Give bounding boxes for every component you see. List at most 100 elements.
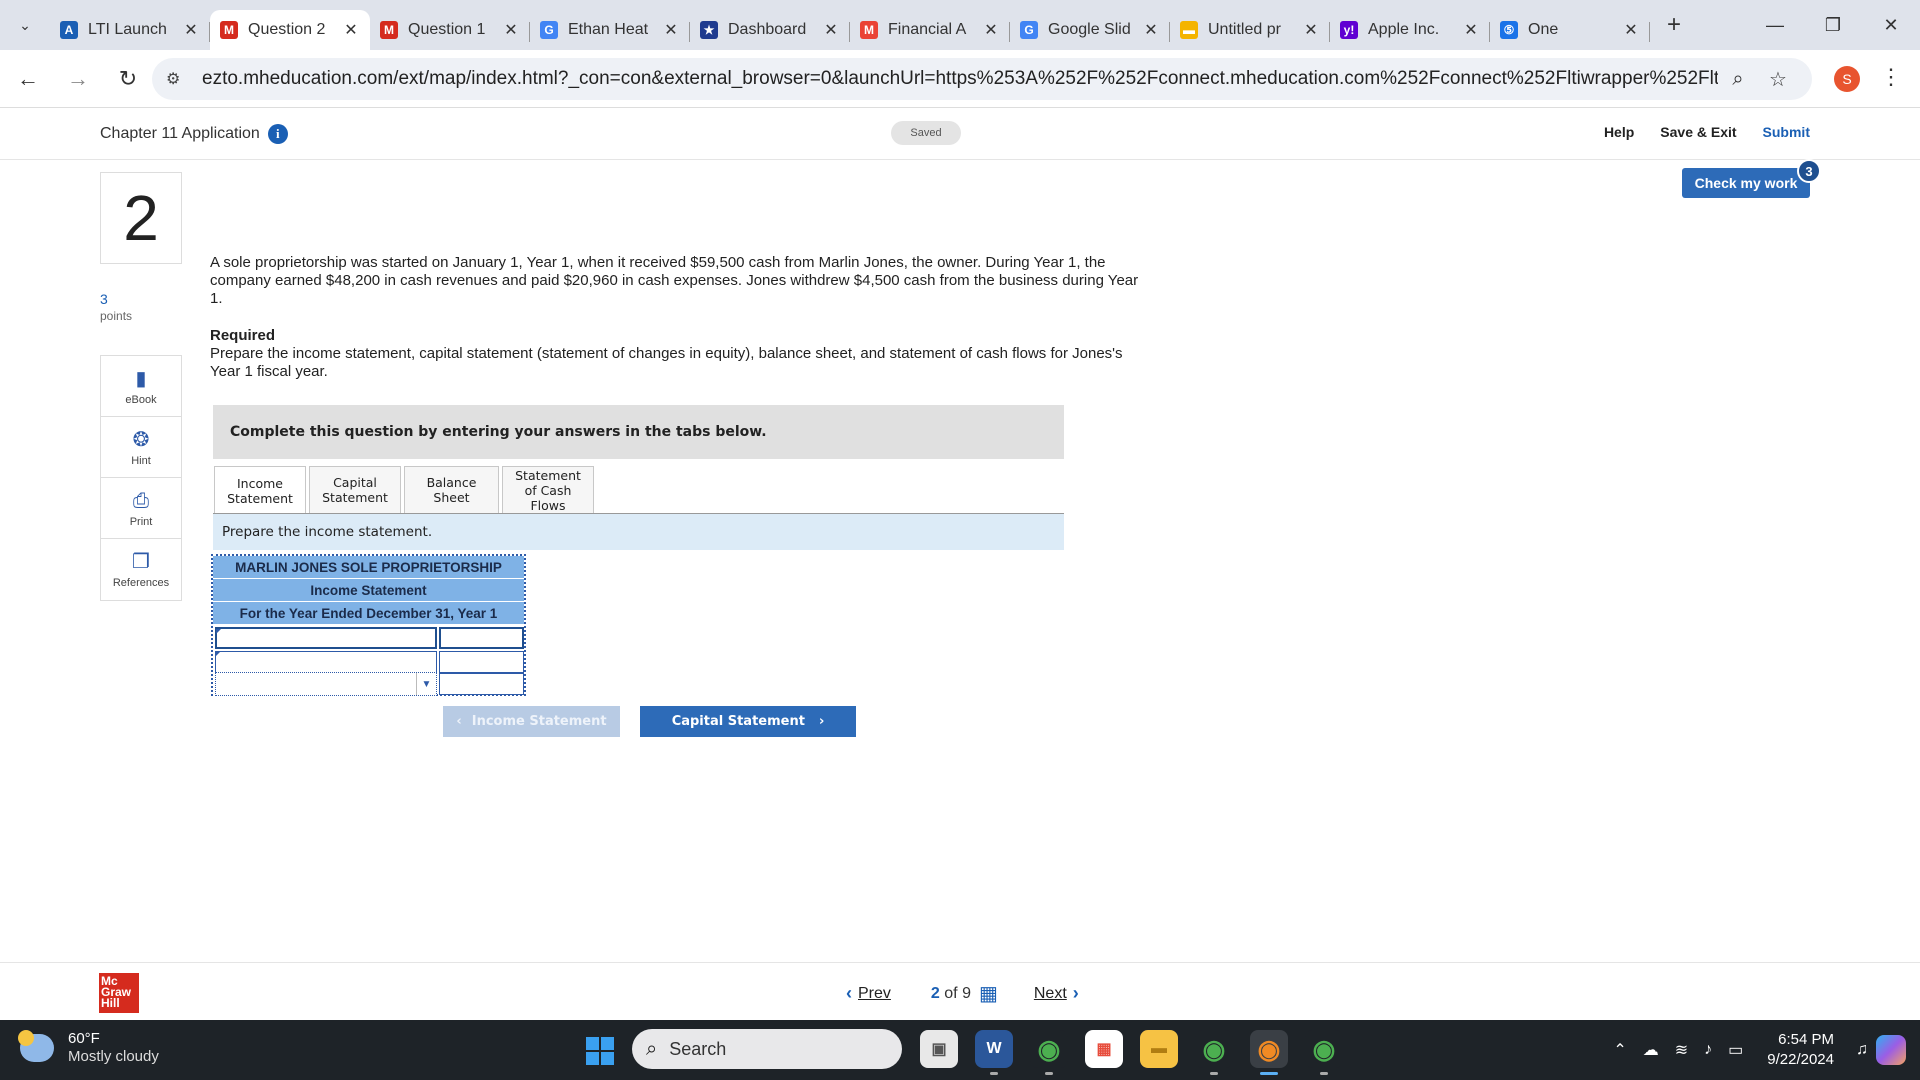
chevron-left-icon: ‹ [456,714,462,729]
references-label: References [112,577,170,589]
copilot-icon[interactable] [1876,1035,1906,1065]
browser-tab-label: Ethan Heat [568,21,649,38]
word-icon[interactable]: W [975,1030,1013,1075]
line-item-label-input[interactable] [215,651,437,673]
close-tab-icon[interactable]: ✕ [342,20,360,40]
help-link[interactable]: Help [1604,124,1634,140]
browser-tab[interactable]: ▬ Untitled pr ✕ [1170,10,1330,50]
browser-tab[interactable]: M Question 1 ✕ [370,10,530,50]
cell-marker-icon [216,629,221,634]
chevron-down-icon[interactable]: ▼ [416,673,436,695]
close-tab-icon[interactable]: ✕ [1302,20,1320,40]
windows-start-icon[interactable] [586,1037,614,1065]
hint-label: Hint [131,454,151,467]
submit-link[interactable]: Submit [1763,124,1810,140]
taskbar-search[interactable]: ⌕ Search [632,1029,902,1069]
tabs-instruction: Complete this question by entering your … [213,405,1064,459]
profile-avatar[interactable]: S [1834,66,1860,92]
browser-tab[interactable]: y! Apple Inc. ✕ [1330,10,1490,50]
tab-statement-of-cash-flows[interactable]: Statement of Cash Flows [502,466,594,514]
next-tab-button[interactable]: Capital Statement › [640,706,856,737]
print-button[interactable]: ⎙ Print [101,478,181,539]
line-item-amount-input[interactable] [439,627,524,649]
mcgraw-hill-logo: Mc Graw Hill [99,973,139,1013]
notification-bell-icon[interactable]: ♫ [1856,1041,1868,1059]
references-button[interactable]: ❐ References [101,539,181,600]
browser-tab[interactable]: ★ Dashboard ✕ [690,10,850,50]
chrome-profile-s-icon[interactable]: ◉ [1250,1030,1288,1075]
close-tab-icon[interactable]: ✕ [982,20,1000,40]
close-tab-icon[interactable]: ✕ [1142,20,1160,40]
next-question-link[interactable]: Next [1034,985,1067,1003]
check-my-work-button[interactable]: Check my work [1682,168,1810,198]
file-explorer-icon[interactable]: ▬ [1140,1030,1178,1068]
assignment-header: Chapter 11 Application i Saved Help Save… [0,108,1920,160]
line-item-select[interactable]: ▼ [215,672,437,696]
close-tab-icon[interactable]: ✕ [822,20,840,40]
question-grid-icon[interactable]: ▦ [979,981,998,1006]
save-exit-link[interactable]: Save & Exit [1660,124,1736,140]
browser-menu-icon[interactable]: ⋮ [1880,64,1902,90]
minimize-icon[interactable]: — [1746,0,1804,50]
tab-instruction: Prepare the income statement. [213,514,1064,550]
onedrive-cloud-icon[interactable]: ☁ [1643,1040,1659,1060]
bookmark-star-icon[interactable]: ☆ [1758,67,1798,92]
prev-question-link[interactable]: Prev [858,985,891,1003]
tab-income-statement[interactable]: Income Statement [214,466,306,516]
prev-chevron-icon[interactable]: ‹ [846,983,852,1004]
prev-tab-button[interactable]: ‹ Income Statement [443,706,620,737]
browser-tab-label: LTI Launch [88,21,167,38]
line-item-amount-input[interactable] [439,673,524,695]
browser-tab[interactable]: A LTI Launch ✕ [50,10,210,50]
new-tab-button[interactable]: + [1654,11,1694,39]
tab-balance-sheet[interactable]: Balance Sheet [404,466,499,514]
ebook-label: eBook [125,393,157,406]
battery-icon[interactable]: ▭ [1728,1040,1743,1060]
address-bar[interactable]: ⚙ ezto.mheducation.com/ext/map/index.htm… [152,58,1812,100]
forward-arrow-icon[interactable]: → [56,57,100,101]
next-chevron-icon[interactable]: › [1073,983,1079,1004]
browser-tab-label: Google Slid [1048,21,1131,38]
browser-tab[interactable]: M Question 2 ✕ [210,10,370,50]
url-text[interactable]: ezto.mheducation.com/ext/map/index.html?… [202,68,1718,90]
chrome-icon[interactable]: ◉ [1030,1030,1068,1075]
ebook-button[interactable]: ▮ eBook [101,356,181,417]
tab-search-chevron-icon[interactable]: ⌄ [0,0,50,50]
assignment-footer: Mc Graw Hill ‹ Prev 2 of 9 ▦ Next › [0,962,1920,1020]
task-view-icon[interactable]: ▣ [920,1030,958,1068]
weather-widget[interactable]: 60°F Mostly cloudy [18,1030,159,1066]
microsoft-store-icon[interactable]: ▦ [1085,1030,1123,1068]
close-tab-icon[interactable]: ✕ [502,20,520,40]
browser-tab-label: Question 2 [248,21,326,38]
line-item-label-input[interactable] [215,627,437,649]
close-tab-icon[interactable]: ✕ [1622,20,1640,40]
hint-button[interactable]: ❂ Hint [101,417,181,478]
browser-tab[interactable]: G Google Slid ✕ [1010,10,1170,50]
reload-icon[interactable]: ↻ [106,57,150,101]
close-window-icon[interactable]: ✕ [1862,0,1920,50]
tab-list: A LTI Launch ✕ M Question 2 ✕ M Question 1 ✕ G Eth… [50,0,1650,50]
page-count[interactable]: 2 of 9 [931,985,971,1003]
close-tab-icon[interactable]: ✕ [182,20,200,40]
book-icon: ▮ [135,367,147,390]
line-item-amount-input[interactable] [439,651,524,673]
tab-capital-statement[interactable]: Capital Statement [309,466,401,514]
wifi-icon[interactable]: ≋ [1675,1040,1688,1060]
browser-tab[interactable]: G Ethan Heat ✕ [530,10,690,50]
chrome-profile-k-icon[interactable]: ◉ [1305,1030,1343,1075]
system-clock[interactable]: 6:54 PM 9/22/2024 [1767,1030,1834,1070]
site-info-icon[interactable]: ⚙ [166,69,192,89]
volume-icon[interactable]: ♪ [1704,1041,1712,1059]
chrome-profile-c-icon[interactable]: ◉ [1195,1030,1233,1075]
browser-tab[interactable]: M Financial A ✕ [850,10,1010,50]
question-tabs: Income Statement Capital Statement Balan… [214,466,594,516]
print-label: Print [129,515,153,528]
back-arrow-icon[interactable]: ← [6,57,50,101]
close-tab-icon[interactable]: ✕ [662,20,680,40]
chevron-up-icon[interactable]: ⌃ [1613,1040,1626,1060]
restore-icon[interactable]: ❐ [1804,0,1862,50]
close-tab-icon[interactable]: ✕ [1462,20,1480,40]
info-icon[interactable]: i [267,124,288,144]
browser-tab[interactable]: ⑤ One ✕ [1490,10,1650,50]
zoom-icon[interactable]: ⌕ [1718,68,1758,91]
